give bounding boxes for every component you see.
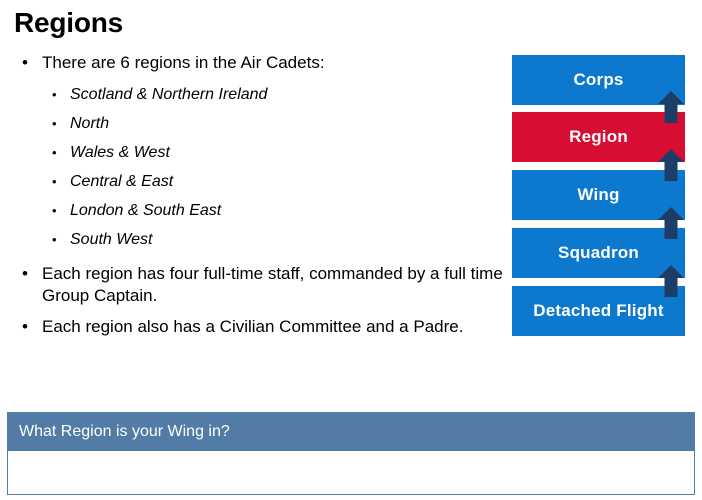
hierarchy-block-label: Region xyxy=(569,127,628,146)
bullet-marker-icon: • xyxy=(22,53,28,72)
arrow-up-icon xyxy=(658,149,684,181)
question-text: What Region is your Wing in? xyxy=(19,423,230,440)
bullet-item-regions-intro: • There are 6 regions in the Air Cadets: xyxy=(14,52,506,74)
sub-bullet-marker-icon: • xyxy=(52,174,57,189)
sub-bullet-item-south-west: • South West xyxy=(14,225,506,254)
question-panel: What Region is your Wing in? xyxy=(7,412,695,495)
hierarchy-block-label: Corps xyxy=(573,70,624,89)
sub-bullet-item-central-east: • Central & East xyxy=(14,167,506,196)
sub-bullet-item-london-south-east: • London & South East xyxy=(14,196,506,225)
bullet-item-region-staff: • Each region has four full-time staff, … xyxy=(14,263,506,307)
sub-bullet-text: Scotland & Northern Ireland xyxy=(70,86,268,103)
question-label: What Region is your Wing in? xyxy=(8,413,694,451)
sub-bullet-marker-icon: • xyxy=(52,203,57,218)
arrow-up-icon xyxy=(658,207,684,239)
sub-bullet-item-wales-west: • Wales & West xyxy=(14,138,506,167)
sub-bullet-marker-icon: • xyxy=(52,87,57,102)
bullet-text: There are 6 regions in the Air Cadets: xyxy=(42,53,325,72)
bullet-item-civilian-committee: • Each region also has a Civilian Commit… xyxy=(14,316,506,338)
hierarchy-block-label: Wing xyxy=(577,185,620,204)
bullet-list: • There are 6 regions in the Air Cadets:… xyxy=(14,52,506,344)
bullet-text: Each region has four full-time staff, co… xyxy=(42,264,503,305)
sub-bullet-text: Central & East xyxy=(70,173,174,190)
hierarchy-block-label: Squadron xyxy=(558,243,639,262)
sub-bullet-item-north: • North xyxy=(14,109,506,138)
sub-bullet-marker-icon: • xyxy=(52,232,57,247)
hierarchy-diagram: Corps Region Wing Squadron Detached Flig… xyxy=(512,55,685,336)
sub-bullet-text: South West xyxy=(70,231,153,248)
bullet-marker-icon: • xyxy=(22,317,28,336)
page-title: Regions xyxy=(14,7,124,38)
sub-bullet-marker-icon: • xyxy=(52,145,57,160)
sub-bullet-item-scotland-northern-ireland: • Scotland & Northern Ireland xyxy=(14,80,506,109)
sub-bullet-text: North xyxy=(70,115,110,132)
sub-bullet-text: London & South East xyxy=(70,202,222,219)
sub-bullet-text: Wales & West xyxy=(70,144,170,161)
sub-bullet-marker-icon: • xyxy=(52,116,57,131)
sub-bullet-list: • Scotland & Northern Ireland • North • … xyxy=(14,80,506,254)
bullet-marker-icon: • xyxy=(22,264,28,283)
question-answer-input[interactable] xyxy=(8,451,694,494)
arrow-up-icon xyxy=(658,91,684,123)
hierarchy-block-label: Detached Flight xyxy=(533,301,664,320)
arrow-up-icon xyxy=(658,265,684,297)
bullet-text: Each region also has a Civilian Committe… xyxy=(42,317,464,336)
